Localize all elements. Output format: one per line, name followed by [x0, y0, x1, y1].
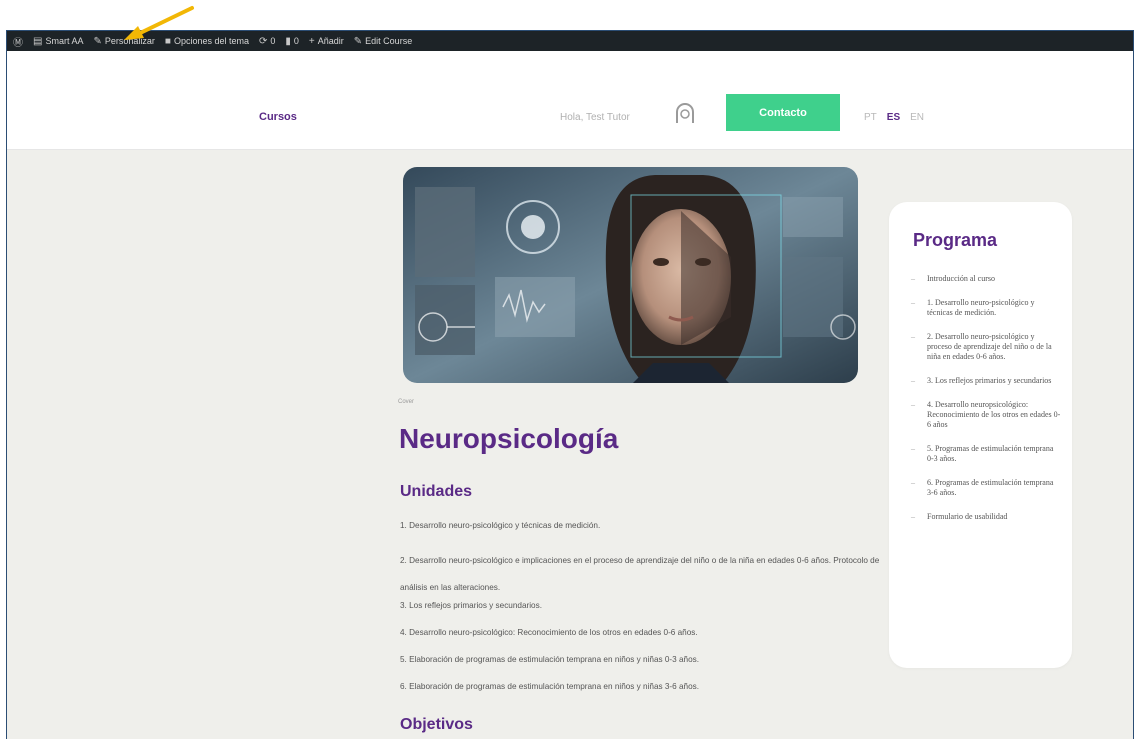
program-item[interactable]: Formulario de usabilidad: [911, 512, 1061, 522]
objectives-heading: Objetivos: [400, 716, 473, 733]
dashboard-icon: ▤: [33, 35, 43, 47]
site-header: Cursos Hola, Test Tutor Contacto PT ES E…: [7, 51, 1133, 150]
nav-link-courses[interactable]: Cursos: [259, 111, 297, 123]
program-item[interactable]: 5. Programas de estimulación temprana 0-…: [911, 444, 1061, 464]
language-pt[interactable]: PT: [864, 112, 877, 123]
program-item[interactable]: 6. Programas de estimulación temprana 3-…: [911, 478, 1061, 498]
program-item[interactable]: Introducción al curso: [911, 274, 1061, 284]
admin-item-updates[interactable]: ⟳ 0: [259, 36, 275, 47]
browser-frame: Ⓜ ▤ Smart AA ✎ Personalizar ■ Opciones d…: [6, 30, 1134, 739]
admin-item-new[interactable]: + Añadir: [309, 36, 344, 47]
language-switcher: PT ES EN: [864, 112, 924, 123]
program-title: Programa: [913, 230, 998, 250]
annotation-arrow-icon: [124, 6, 194, 40]
edit-icon: ✎: [353, 35, 363, 47]
program-item[interactable]: 2. Desarrollo neuro-psicológico y proces…: [911, 332, 1061, 362]
admin-item-label: Smart AA: [45, 36, 84, 46]
course-hero-image: [403, 167, 858, 383]
comment-icon: ▮: [285, 35, 291, 47]
program-item[interactable]: 4. Desarrollo neuropsicológico: Reconoci…: [911, 400, 1061, 430]
admin-item-label: Edit Course: [365, 36, 413, 46]
pencil-icon: ✎: [93, 35, 102, 47]
admin-item-edit-course[interactable]: ✎ Edit Course: [354, 36, 412, 47]
program-list: Introducción al curso 1. Desarrollo neur…: [911, 274, 1061, 536]
unit-item: 3. Los reflejos primarios y secundarios.: [400, 601, 542, 610]
admin-item-label: 0: [293, 36, 299, 46]
admin-item-label: 0: [270, 36, 276, 46]
admin-item-site[interactable]: ▤ Smart AA: [33, 36, 83, 47]
unit-item: 4. Desarrollo neuro-psicológico: Reconoc…: [400, 628, 698, 637]
user-greeting: Hola, Test Tutor: [560, 112, 630, 123]
page-title: Neuropsicología: [399, 423, 619, 454]
program-item[interactable]: 1. Desarrollo neuro-psicológico y técnic…: [911, 298, 1061, 318]
user-avatar-icon[interactable]: [673, 101, 697, 125]
units-heading: Unidades: [400, 483, 473, 500]
admin-item-wordpress[interactable]: Ⓜ: [13, 34, 23, 49]
admin-item-comments[interactable]: ▮ 0: [285, 36, 299, 47]
unit-item: 1. Desarrollo neuro-psicológico y técnic…: [400, 521, 601, 530]
unit-item: 2. Desarrollo neuro-psicológico e implic…: [400, 556, 880, 592]
program-sidebar: Programa Introducción al curso 1. Desarr…: [889, 202, 1072, 668]
unit-item: 5. Elaboración de programas de estimulac…: [400, 655, 700, 664]
program-item[interactable]: 3. Los reflejos primarios y secundarios: [911, 376, 1061, 386]
wordpress-icon: Ⓜ: [13, 37, 23, 49]
update-icon: ⟳: [258, 35, 268, 47]
hero-caption: Cover: [398, 399, 415, 405]
contact-button[interactable]: Contacto: [726, 94, 840, 131]
unit-item: 6. Elaboración de programas de estimulac…: [400, 682, 700, 691]
language-en[interactable]: EN: [910, 112, 924, 123]
plus-icon: +: [308, 35, 315, 47]
language-es[interactable]: ES: [887, 112, 900, 123]
admin-item-label: Añadir: [317, 36, 344, 46]
